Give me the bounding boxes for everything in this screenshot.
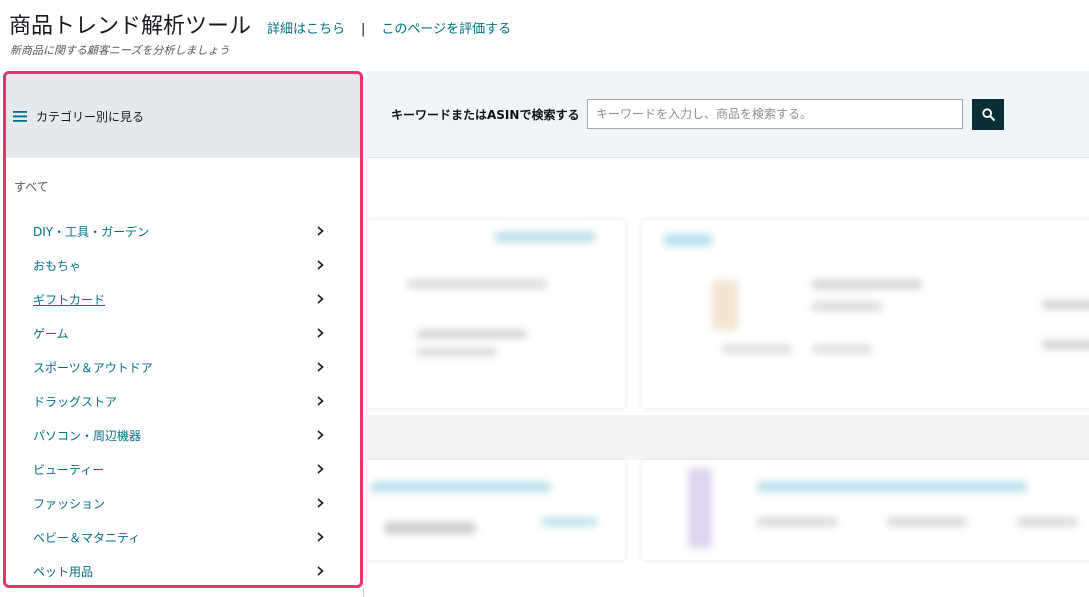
- category-item[interactable]: ギフトカード: [6, 280, 360, 314]
- blurred-card: [642, 460, 1089, 560]
- category-item-label: ベビー＆マタニティ: [33, 531, 141, 545]
- search-label: キーワードまたはASINで検索する: [391, 108, 580, 122]
- category-item[interactable]: パソコン・周辺機器: [6, 416, 360, 450]
- blurred-card: [642, 220, 1089, 408]
- blurred-card: [367, 220, 625, 408]
- category-item-label: DIY・工具・ガーデン: [33, 225, 150, 239]
- panel-divider: [363, 588, 364, 597]
- category-item[interactable]: ゲーム: [6, 314, 360, 348]
- category-item-label: ファッション: [33, 497, 106, 511]
- category-item[interactable]: ファッション: [6, 484, 360, 518]
- category-item[interactable]: おもちゃ: [6, 246, 360, 280]
- category-item-label: おもちゃ: [33, 259, 82, 273]
- category-item-label: ビューティー: [33, 463, 105, 477]
- page-subtitle: 新商品に関する顧客ニーズを分析しましょう: [10, 44, 230, 57]
- category-item[interactable]: DIY・工具・ガーデン: [6, 212, 360, 246]
- chevron-right-icon: [317, 464, 324, 474]
- category-item[interactable]: スポーツ＆アウトドア: [6, 348, 360, 382]
- chevron-right-icon: [317, 328, 324, 338]
- blurred-results-area: [367, 160, 1089, 597]
- search-icon: [981, 108, 995, 121]
- category-item[interactable]: ベビー＆マタニティ: [6, 518, 360, 552]
- category-item[interactable]: ドラッグストア: [6, 382, 360, 416]
- search-bar: キーワードまたはASINで検索する: [367, 71, 1089, 158]
- chevron-right-icon: [317, 532, 324, 542]
- chevron-right-icon: [317, 226, 324, 236]
- link-separator: |: [361, 22, 366, 37]
- all-categories-label: すべて: [14, 180, 49, 194]
- category-panel: カテゴリー別に見る すべて DIY・工具・ガーデン おもちゃ ギフトカード ゲー…: [3, 71, 363, 588]
- category-panel-title: カテゴリー別に見る: [36, 110, 145, 124]
- search-input[interactable]: [587, 99, 963, 129]
- category-item[interactable]: ペット用品: [6, 552, 360, 585]
- details-link[interactable]: 詳細はこちら: [267, 18, 345, 37]
- blurred-band: [367, 415, 1089, 460]
- chevron-right-icon: [317, 498, 324, 508]
- category-panel-header[interactable]: カテゴリー別に見る: [6, 74, 360, 158]
- category-item-label: ペット用品: [33, 565, 94, 579]
- search-button[interactable]: [972, 99, 1004, 130]
- category-item-label: パソコン・周辺機器: [33, 429, 142, 443]
- chevron-right-icon: [317, 430, 324, 440]
- chevron-right-icon: [317, 362, 324, 372]
- blurred-card: [367, 460, 625, 560]
- category-item-label: スポーツ＆アウトドア: [33, 361, 153, 375]
- category-item-label: ゲーム: [33, 327, 69, 341]
- chevron-right-icon: [317, 260, 324, 270]
- page-title: 商品トレンド解析ツール: [9, 14, 252, 39]
- chevron-right-icon: [317, 294, 324, 304]
- category-list: DIY・工具・ガーデン おもちゃ ギフトカード ゲーム スポーツ＆アウトドア ド…: [6, 212, 360, 585]
- rate-page-link[interactable]: このページを評価する: [381, 18, 511, 37]
- page-header: 商品トレンド解析ツール 詳細はこちら | このページを評価する 新商品に関する顧…: [0, 0, 1089, 70]
- menu-icon: [13, 111, 27, 122]
- category-item-label: ドラッグストア: [33, 395, 118, 409]
- category-item[interactable]: ビューティー: [6, 450, 360, 484]
- category-item-label: ギフトカード: [33, 293, 106, 307]
- title-row: 商品トレンド解析ツール 詳細はこちら | このページを評価する: [9, 8, 511, 40]
- chevron-right-icon: [317, 566, 324, 576]
- chevron-right-icon: [317, 396, 324, 406]
